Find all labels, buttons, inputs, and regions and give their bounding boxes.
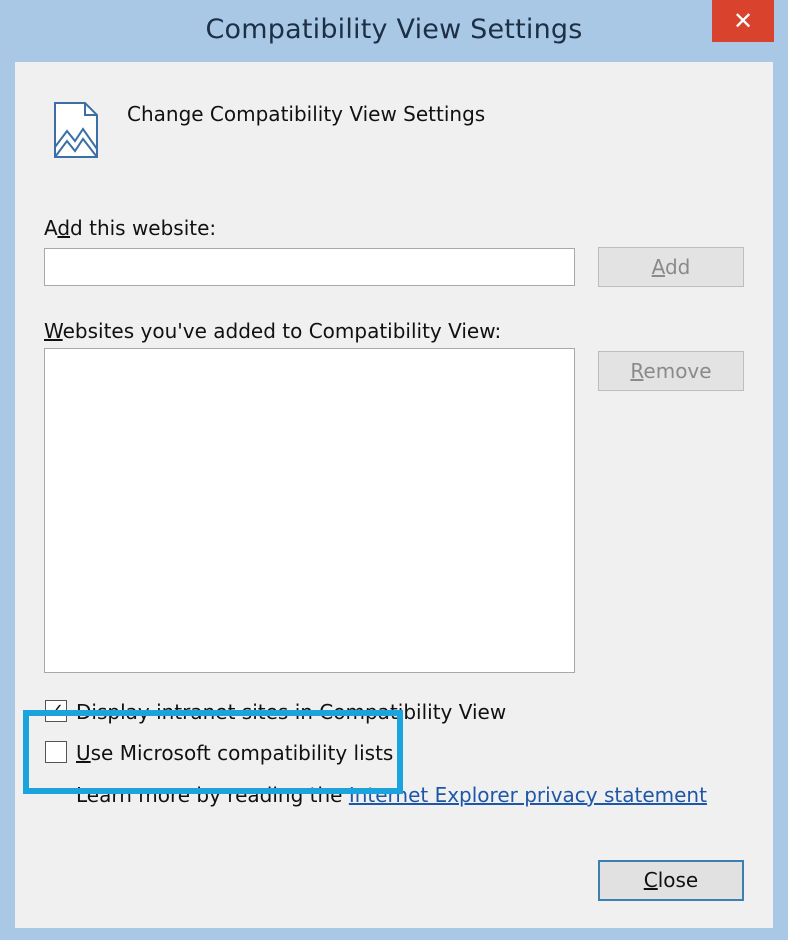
window-title: Compatibility View Settings [205, 14, 583, 45]
close-button[interactable]: Close [598, 860, 744, 901]
window-close-button[interactable]: ✕ [712, 0, 774, 42]
highlight-box [23, 710, 403, 794]
remove-button[interactable]: Remove [598, 351, 744, 391]
websites-listbox[interactable] [44, 348, 575, 673]
websites-list-label: Websites you've added to Compatibility V… [44, 319, 502, 343]
title-bar: Compatibility View Settings ✕ [0, 0, 788, 62]
add-button[interactable]: Add [598, 247, 744, 287]
document-image-icon [54, 102, 98, 158]
dialog-heading: Change Compatibility View Settings [127, 102, 486, 126]
add-website-label: Add this website: [44, 216, 217, 240]
add-website-input[interactable] [44, 248, 575, 286]
dialog-body: Change Compatibility View Settings Add t… [15, 62, 773, 928]
close-icon: ✕ [732, 7, 754, 35]
